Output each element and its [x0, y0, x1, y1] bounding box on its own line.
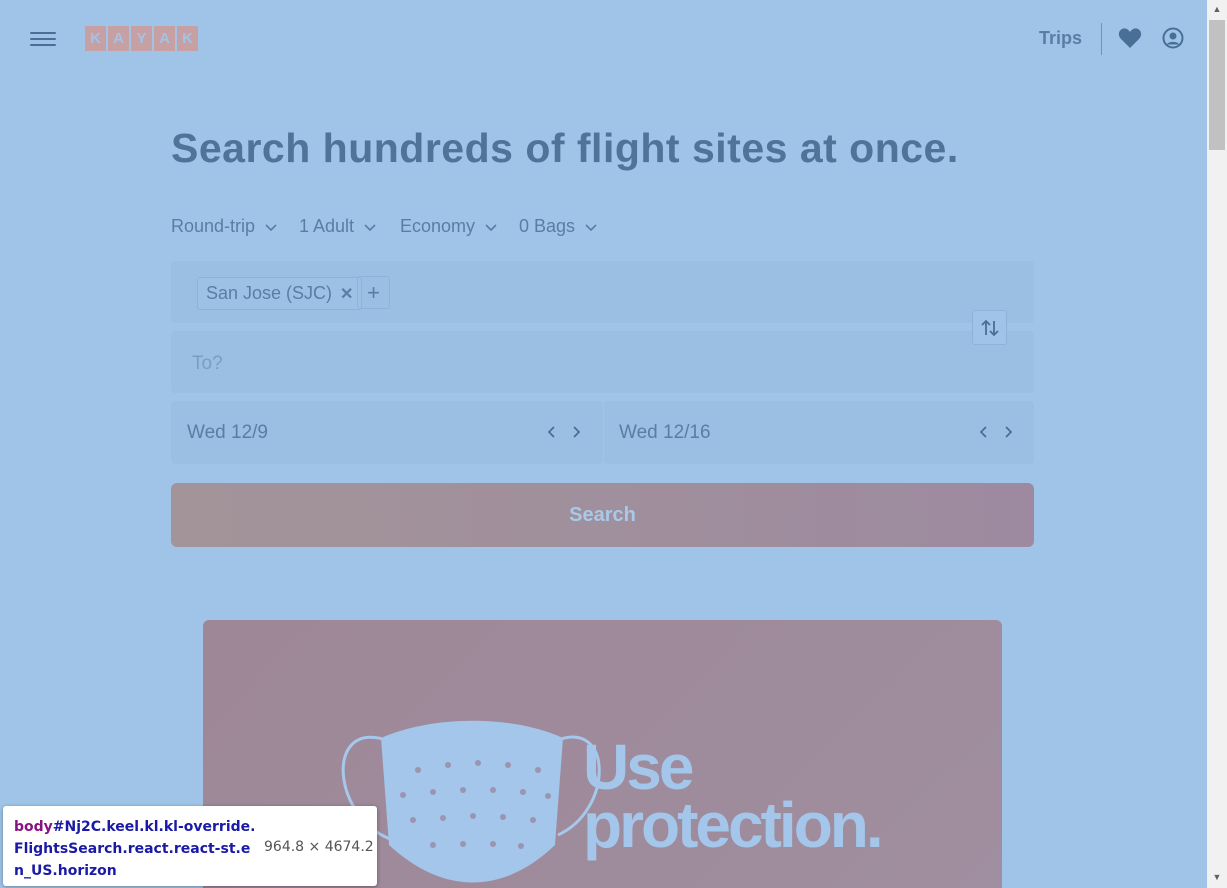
scroll-down-arrow-icon[interactable]: ▼ [1207, 868, 1227, 886]
chevron-down-icon [585, 223, 597, 231]
cabin-dropdown[interactable]: Economy [400, 216, 497, 237]
swap-arrows-icon [980, 319, 999, 336]
devtools-element-tooltip: body#Nj2C.keel.kl.kl-override.FlightsSea… [3, 806, 377, 886]
travelers-label: 1 Adult [299, 216, 355, 236]
destination-input[interactable] [190, 352, 894, 376]
tooltip-tag: body [14, 819, 53, 835]
chevron-right-icon[interactable] [1001, 423, 1015, 441]
add-origin-button[interactable]: + [357, 276, 390, 309]
trips-link[interactable]: Trips [1039, 28, 1082, 49]
origin-chip-label: San Jose (SJC) [206, 283, 333, 303]
heart-icon[interactable] [1118, 27, 1142, 49]
tooltip-selector: body#Nj2C.keel.kl.kl-override.FlightsSea… [14, 816, 259, 882]
scroll-thumb[interactable] [1209, 20, 1225, 150]
page-headline: Search hundreds of flight sites at once. [171, 125, 959, 171]
return-date-label: Wed 12/16 [619, 422, 711, 443]
chevron-left-icon[interactable] [977, 423, 991, 441]
search-button[interactable]: Search [171, 483, 1034, 547]
scroll-up-arrow-icon[interactable]: ▲ [1207, 0, 1227, 18]
logo-letter: A [154, 26, 175, 51]
trip-type-label: Round-trip [171, 216, 256, 236]
chevron-down-icon [265, 223, 277, 231]
remove-origin-icon[interactable]: ✕ [340, 284, 353, 304]
bags-dropdown[interactable]: 0 Bags [519, 216, 597, 237]
logo-letter: Y [131, 26, 152, 51]
tooltip-dimensions: 964.8 × 4674.2 [264, 839, 374, 855]
origin-chip[interactable]: San Jose (SJC) ✕ [197, 277, 363, 310]
logo-letter: A [108, 26, 129, 51]
chevron-down-icon [364, 223, 376, 231]
kayak-logo[interactable]: K A Y A K [85, 26, 198, 51]
chevron-left-icon[interactable] [545, 423, 559, 441]
travelers-dropdown[interactable]: 1 Adult [299, 216, 376, 237]
header-divider [1101, 23, 1102, 55]
promo-text: Use protection. [583, 731, 884, 861]
trip-type-dropdown[interactable]: Round-trip [171, 216, 277, 237]
logo-letter: K [85, 26, 106, 51]
depart-date-label: Wed 12/9 [187, 422, 268, 443]
promo-line-2: protection. [583, 789, 884, 861]
bags-label: 0 Bags [519, 216, 576, 236]
chevron-down-icon [485, 223, 497, 231]
cabin-label: Economy [400, 216, 476, 236]
user-circle-icon[interactable] [1162, 27, 1184, 49]
promo-line-1: Use [583, 731, 694, 803]
swap-button[interactable] [972, 310, 1007, 345]
logo-letter: K [177, 26, 198, 51]
hamburger-menu-icon[interactable] [30, 28, 56, 50]
chevron-right-icon[interactable] [569, 423, 583, 441]
